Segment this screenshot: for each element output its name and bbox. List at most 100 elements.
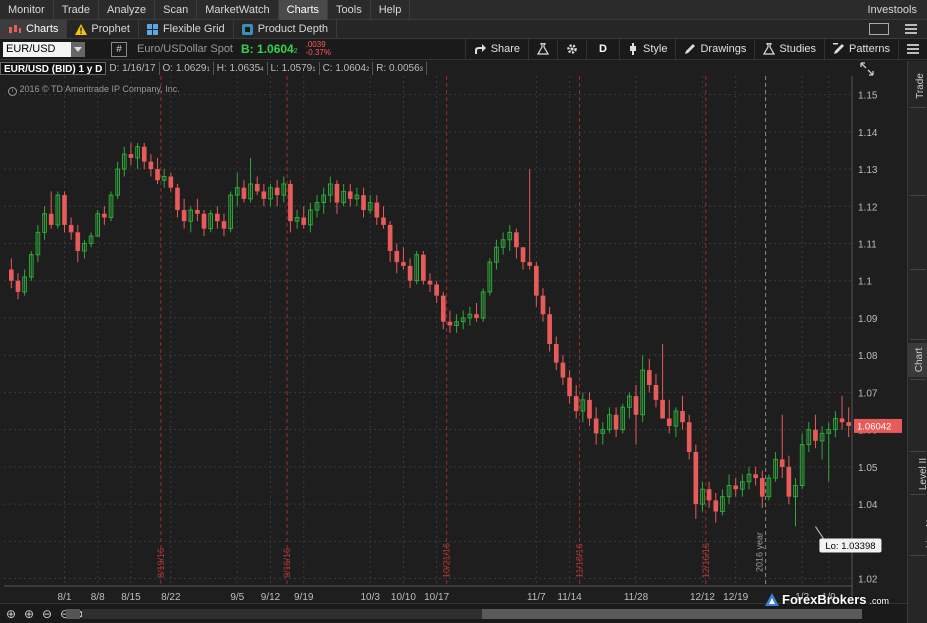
scrollbar-thumb[interactable] [482,609,862,619]
candle-body [713,500,719,512]
side-tab-big-buttons[interactable]: Big Buttons [908,273,927,337]
side-tab-trade[interactable]: Trade [908,67,927,105]
menu-trade[interactable]: Trade [54,0,100,20]
bid-value: 1.0604 [257,42,294,56]
side-tab-active-trader[interactable]: Active Trader [908,197,927,267]
style-icon [630,43,636,55]
pan-icon[interactable]: ⊕ [4,607,18,621]
drawings-button[interactable]: Drawings [675,38,754,60]
candle-body [148,161,154,170]
scroll-left-button[interactable] [66,609,80,619]
style-button[interactable]: Style [619,38,675,60]
info-date: D: 1/16/17 [106,62,160,75]
patterns-button[interactable]: Patterns [824,38,898,60]
info-high-sub: 4 [260,67,264,73]
side-tab-level-ii[interactable]: Level II [908,456,927,492]
depth-icon [241,23,253,35]
candle-body [141,146,147,162]
menu-investools[interactable]: Investools [857,4,927,16]
aggregation-button[interactable]: D [586,38,619,60]
candle-body [759,478,765,497]
last-price-label: 1.06042 [857,421,891,432]
tab-product-depth-label: Product Depth [257,23,329,35]
candle-body [274,187,280,196]
side-tab-chart[interactable]: Chart [908,343,927,377]
tab-charts[interactable]: Charts [0,19,68,39]
y-tick-label: 1.15 [858,91,878,102]
menu-scan[interactable]: Scan [155,0,198,20]
zoom-out-icon[interactable]: ⊖ [40,607,54,621]
tab-product-depth[interactable]: Product Depth [234,19,338,39]
y-tick-label: 1.1 [858,277,872,288]
event-label: 10/21/16 [442,543,452,578]
chart-title[interactable]: EUR/USD (BID) 1 y D [0,62,107,75]
candle-body [261,191,267,199]
candle-body [846,422,851,426]
info-open: O: 1.06291 [160,62,214,75]
side-tab-label: Chart [914,347,926,373]
candle-body [241,187,247,199]
side-tab-label: Active Trader [902,203,927,262]
settings-button[interactable] [557,38,586,60]
share-button[interactable]: Share [464,38,528,60]
gear-icon [567,44,577,54]
menu-marketwatch[interactable]: MarketWatch [197,0,279,20]
flask-button[interactable] [528,38,557,60]
menu-monitor[interactable]: Monitor [0,0,54,20]
side-tab-live-news[interactable]: Live News [908,497,927,553]
menu-analyze[interactable]: Analyze [99,0,156,20]
side-tab-separator [910,269,926,270]
symbol-link-icon[interactable]: # [111,41,127,57]
candle-body [587,399,592,419]
candle-body [334,183,340,203]
expand-icon[interactable] [860,62,874,76]
chart-canvas[interactable]: 1.021.031.041.051.061.071.081.091.11.111… [0,76,905,606]
candle-body [613,414,619,430]
tab-flexible-grid[interactable]: Flexible Grid [139,19,234,39]
info-open-value: O: 1.0629 [162,63,207,74]
sub-tabs: Charts Prophet Flexible Grid Product Dep… [0,19,927,39]
menu-charts[interactable]: Charts [278,0,329,20]
candle-body [547,314,552,345]
watermark-domain: .com [869,596,890,606]
window-icon[interactable] [869,23,889,35]
candle-body [633,396,639,415]
side-panel: Trade Times And Sales Active Trader Big But… [907,61,927,623]
side-tab-dashboard[interactable]: Dashboard [908,383,927,449]
candle-body [440,295,446,322]
info-close: C: 1.06042 [320,62,374,75]
symbol-dropdown-icon[interactable] [71,41,85,57]
info-close-sub: 2 [365,67,370,73]
symbol-description: Euro/USDollar Spot [137,43,233,55]
menu-tools[interactable]: Tools [328,0,371,20]
candle-body [201,213,207,229]
flask-icon [537,43,550,55]
candle-body [401,262,406,266]
candle-body [75,232,81,251]
candle-body [288,183,293,222]
y-tick-label: 1.12 [858,202,878,213]
candle-body [434,284,439,296]
x-tick-label: 10/10 [391,592,416,603]
toolbar-menu-button[interactable] [898,38,927,60]
info-circle-icon: i [8,87,17,96]
studies-button[interactable]: Studies [754,38,824,60]
candle-body [421,254,426,281]
tab-prophet[interactable]: Prophet [67,19,139,39]
candle-body [733,485,739,490]
x-tick-label: 11/14 [557,592,582,603]
candle-body [102,213,107,218]
side-tab-times-and-sales[interactable]: Times And Sales [908,109,927,193]
info-low: L: 1.05791 [268,62,320,75]
candle-body [753,474,758,479]
zoom-in-icon[interactable]: ⊕ [22,607,36,621]
y-tick-label: 1.09 [858,314,878,325]
candle-body [215,213,220,222]
x-tick-label: 11/7 [527,592,546,603]
watermark-brand: ForexBrokers [782,592,867,607]
menu-icon[interactable] [905,24,917,34]
price-chart[interactable]: 1.021.031.041.051.061.071.081.091.11.111… [0,76,905,606]
menu-help[interactable]: Help [371,0,411,20]
candle-body [839,418,845,423]
symbol-input[interactable]: EUR/USD [3,41,85,57]
